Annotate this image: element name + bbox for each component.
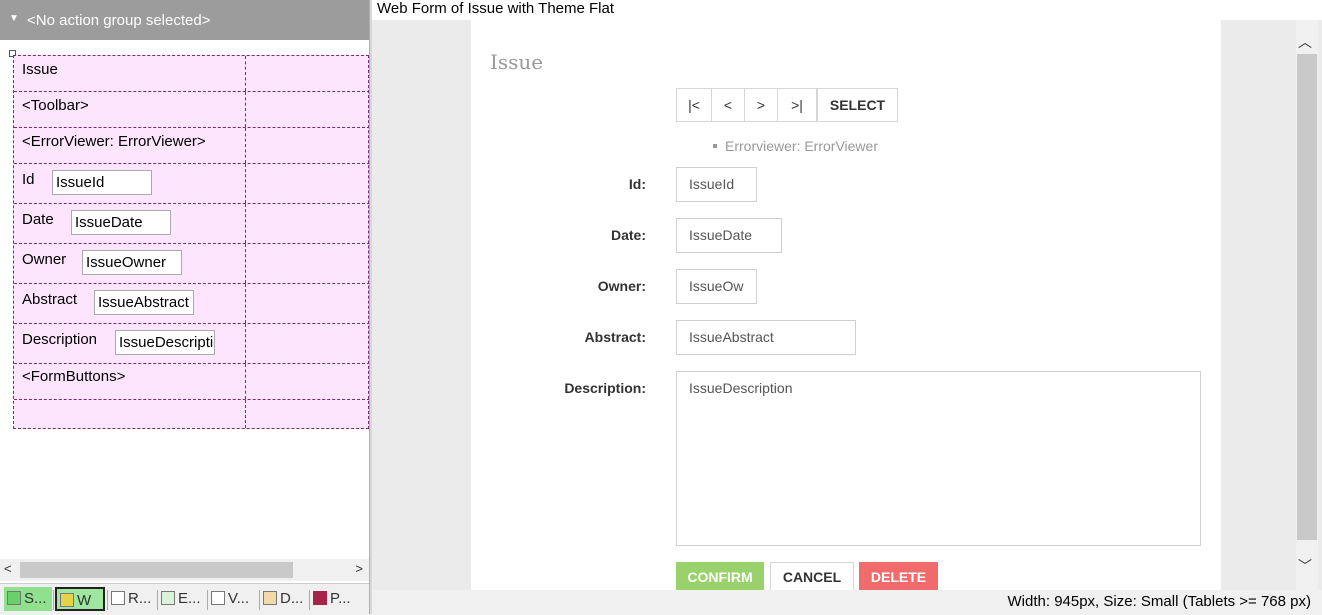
row-label: <Toolbar> — [22, 97, 89, 114]
abstract-label: Abstract: — [584, 329, 646, 345]
scroll-right-icon[interactable]: > — [355, 561, 363, 576]
column-divider — [245, 324, 246, 363]
table-row[interactable] — [14, 400, 370, 428]
table-row[interactable]: Description IssueDescriptio — [14, 324, 370, 364]
table-row[interactable]: <Toolbar> — [14, 92, 370, 128]
editor-tab-bar: S... W R... E... V... D... P... — [0, 583, 369, 615]
row-label: Id — [22, 171, 35, 188]
tab-rules[interactable]: R... — [108, 587, 156, 611]
chevron-down-icon[interactable]: ▼ — [9, 13, 19, 24]
owner-label: Owner: — [597, 278, 646, 294]
id-input[interactable]: IssueId — [676, 167, 757, 202]
column-divider — [245, 56, 246, 91]
status-bar-text: Width: 945px, Size: Small (Tablets >= 76… — [372, 590, 1322, 614]
horizontal-scrollbar[interactable]: < > — [0, 559, 369, 581]
tab-label: D... — [280, 590, 304, 607]
preview-window-title: Web Form of Issue with Theme Flat — [372, 0, 1322, 20]
tab-label: E... — [178, 590, 201, 607]
date-field-control[interactable]: IssueDate — [71, 210, 171, 235]
confirm-button[interactable]: CONFIRM — [676, 562, 764, 592]
events-icon — [161, 591, 175, 605]
date-input[interactable]: IssueDate — [676, 218, 782, 253]
documentation-icon — [263, 591, 277, 605]
layout-editor-panel: ▼ <No action group selected> Issue <Tool… — [0, 0, 370, 615]
cancel-button[interactable]: CANCEL — [770, 562, 854, 592]
column-divider — [245, 364, 246, 399]
id-field-control[interactable]: IssueId — [52, 170, 152, 195]
tab-structure[interactable]: S... — [4, 587, 52, 611]
description-textarea[interactable]: IssueDescription — [676, 371, 1201, 546]
owner-field-control[interactable]: IssueOwner — [82, 250, 182, 275]
table-row[interactable]: Abstract IssueAbstract — [14, 284, 370, 324]
row-label: <FormButtons> — [22, 368, 126, 385]
abstract-input[interactable]: IssueAbstract — [676, 320, 856, 355]
table-row[interactable]: Date IssueDate — [14, 204, 370, 244]
tab-label: P... — [330, 590, 351, 607]
last-record-button[interactable]: >| — [777, 88, 817, 122]
row-label: Date — [22, 211, 54, 228]
date-label: Date: — [610, 227, 646, 243]
action-group-selector[interactable]: ▼ <No action group selected> — [0, 0, 369, 40]
table-row[interactable]: Issue — [14, 56, 370, 92]
previous-record-button[interactable]: < — [711, 88, 745, 122]
action-group-label: <No action group selected> — [27, 12, 211, 29]
webform-icon — [60, 593, 74, 607]
column-divider — [245, 284, 246, 323]
scroll-left-icon[interactable]: < — [4, 561, 12, 576]
column-divider — [245, 400, 246, 428]
variables-icon — [211, 591, 225, 605]
row-label: Owner — [22, 251, 67, 268]
next-record-button[interactable]: > — [744, 88, 778, 122]
column-divider — [245, 92, 246, 127]
description-label: Description: — [564, 380, 646, 396]
description-field-control[interactable]: IssueDescriptio — [115, 330, 215, 355]
table-row[interactable]: Id IssueId — [14, 164, 370, 204]
scrollbar-thumb[interactable] — [1297, 54, 1317, 540]
delete-button[interactable]: DELETE — [859, 562, 938, 592]
vertical-scrollbar[interactable]: ︿ ﹀ — [1296, 20, 1318, 590]
column-divider — [245, 244, 246, 283]
abstract-field-control[interactable]: IssueAbstract — [94, 290, 194, 315]
scrollbar-thumb[interactable] — [20, 562, 293, 578]
rules-icon — [111, 591, 125, 605]
row-label: <ErrorViewer: ErrorViewer> — [22, 133, 206, 150]
tab-label: R... — [128, 590, 152, 607]
tab-label: V... — [228, 590, 250, 607]
tab-variables[interactable]: V... — [208, 587, 258, 611]
bullet-icon — [713, 144, 717, 148]
tab-events[interactable]: E... — [158, 587, 206, 611]
web-form-page: Issue |< < > >| SELECT Errorviewer: Erro… — [471, 20, 1221, 592]
error-viewer-text: Errorviewer: ErrorViewer — [725, 138, 878, 154]
tab-documentation[interactable]: D... — [260, 587, 308, 611]
table-row[interactable]: <FormButtons> — [14, 364, 370, 400]
preview-panel: Web Form of Issue with Theme Flat Issue … — [372, 0, 1322, 614]
error-viewer: Errorviewer: ErrorViewer — [713, 138, 878, 154]
select-button[interactable]: SELECT — [817, 88, 898, 122]
column-divider — [245, 128, 246, 163]
tab-divider — [53, 590, 54, 610]
tab-webform[interactable]: W — [55, 587, 105, 611]
row-label: Issue — [22, 61, 58, 78]
tab-label: W — [77, 592, 92, 609]
scroll-down-icon[interactable]: ﹀ — [1298, 556, 1312, 576]
row-label: Description — [22, 331, 98, 348]
tab-patterns[interactable]: P... — [310, 587, 362, 611]
layout-table[interactable]: Issue <Toolbar> <ErrorViewer: ErrorViewe… — [13, 55, 370, 429]
id-label: Id: — [628, 176, 646, 192]
column-divider — [245, 204, 246, 243]
table-row[interactable]: <ErrorViewer: ErrorViewer> — [14, 128, 370, 164]
scroll-up-icon[interactable]: ︿ — [1298, 32, 1312, 52]
owner-input[interactable]: IssueOw — [676, 269, 757, 304]
row-label: Abstract — [22, 291, 78, 308]
column-divider — [245, 164, 246, 203]
form-title: Issue — [490, 50, 544, 74]
tab-label: S... — [24, 590, 47, 607]
table-row[interactable]: Owner IssueOwner — [14, 244, 370, 284]
structure-icon — [7, 591, 21, 605]
patterns-icon — [313, 591, 327, 605]
first-record-button[interactable]: |< — [676, 88, 712, 122]
